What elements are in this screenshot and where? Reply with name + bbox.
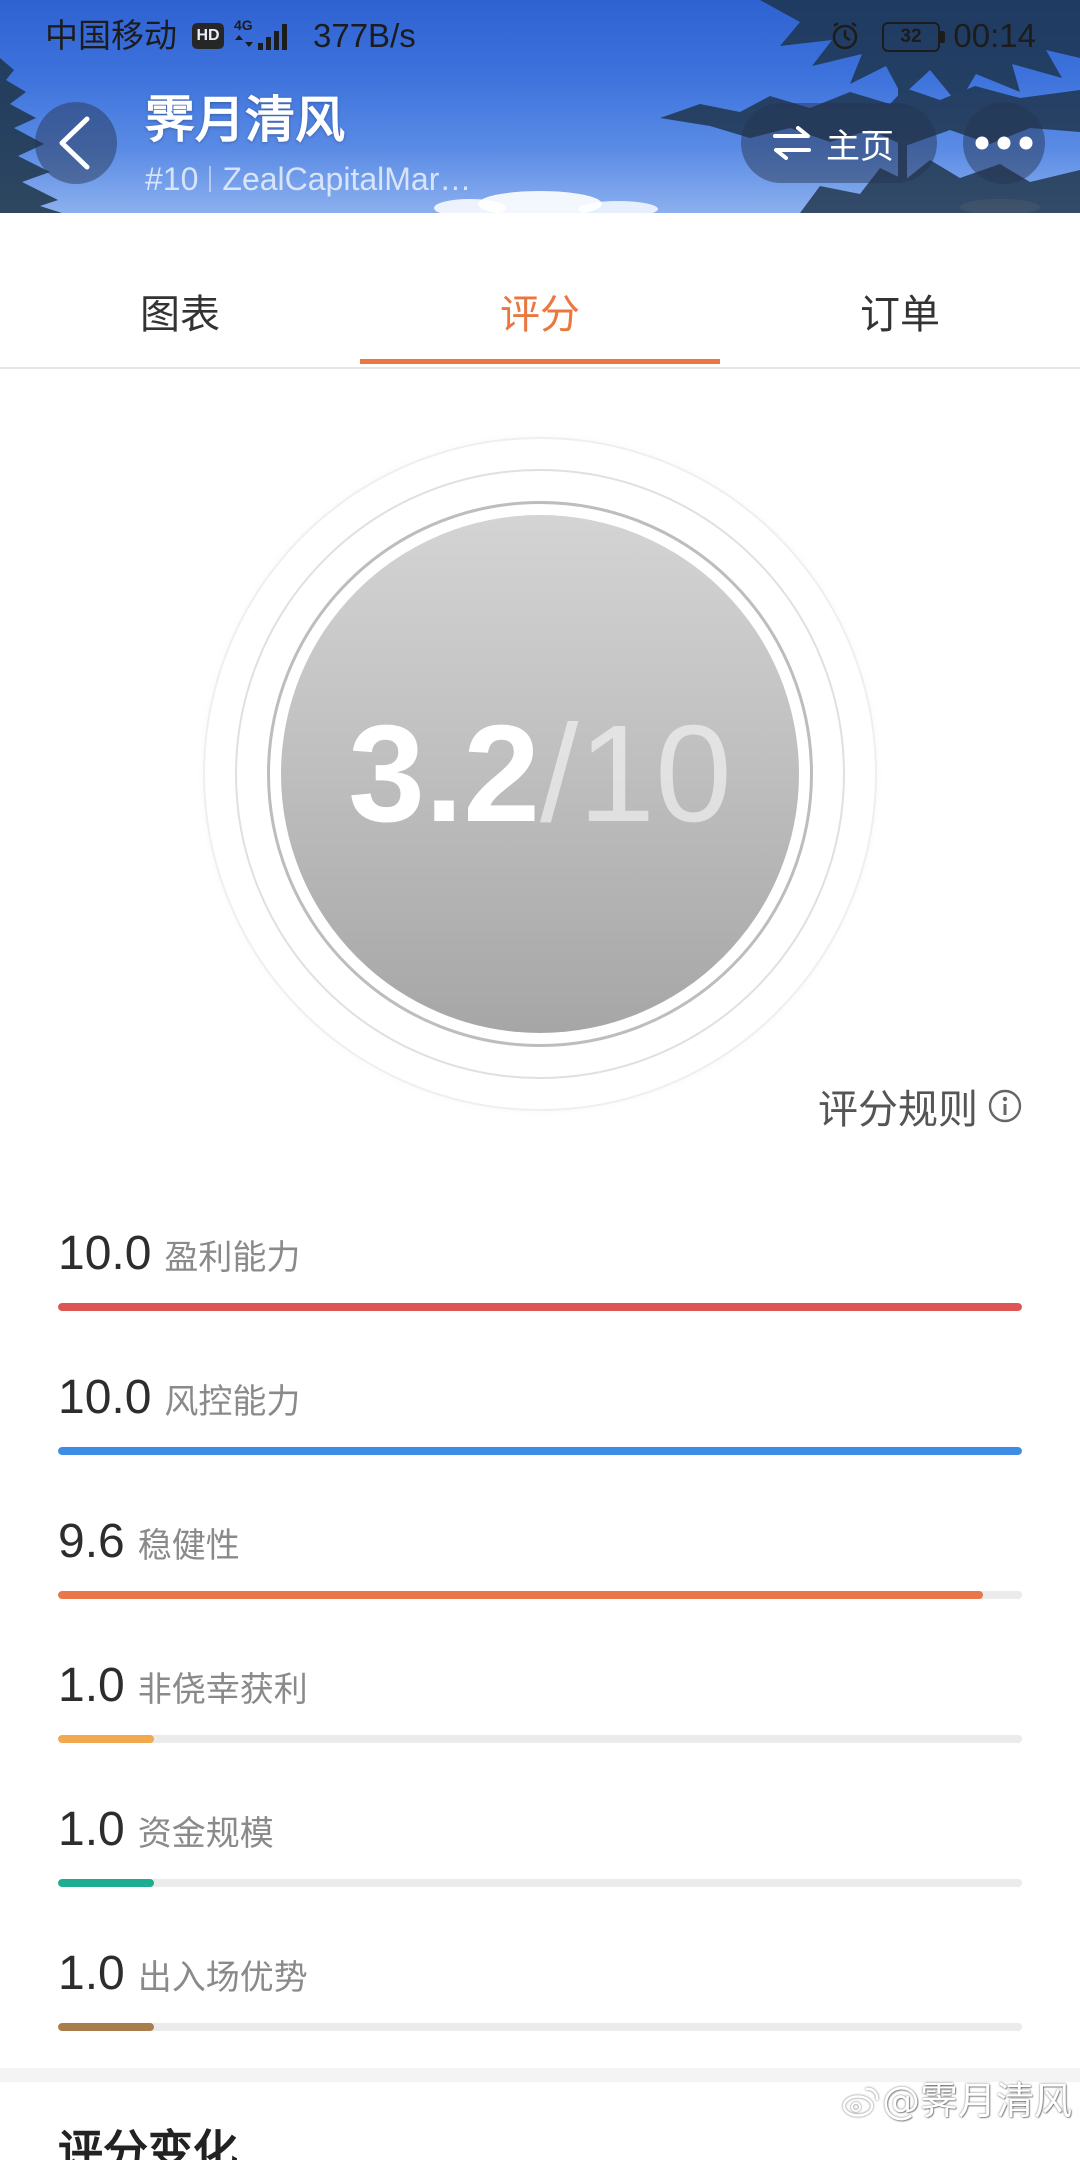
page-title: 霁月清风 [145, 91, 345, 149]
home-button-label: 主页 [826, 126, 894, 167]
status-bar: 中国移动 HD 4G 377B/s 32 00:14 [0, 0, 1080, 72]
signal-bars-icon [258, 24, 287, 50]
back-button[interactable] [35, 102, 117, 184]
metric-row-stability: 9.6 稳健性 [58, 1498, 1022, 1608]
metric-row-entry-exit: 1.0 出入场优势 [58, 1930, 1022, 2040]
metric-value: 1.0 [58, 1803, 125, 1856]
battery-icon: 32 [882, 22, 940, 52]
metric-value: 1.0 [58, 1947, 125, 2000]
chevron-left-icon [59, 116, 90, 170]
metric-track [58, 1591, 1022, 1599]
home-button[interactable]: 主页 [741, 103, 937, 183]
metric-row-profitability: 10.0 盈利能力 [58, 1210, 1022, 1320]
metric-row-capital-scale: 1.0 资金规模 [58, 1786, 1022, 1896]
tab-label: 图表 [140, 292, 220, 338]
profile-header: 中国移动 HD 4G 377B/s 32 00:14 霁月清风 #10 Zeal… [0, 0, 1080, 213]
metric-label: 盈利能力 [164, 1238, 301, 1278]
metric-fill [58, 1447, 1022, 1455]
metric-fill [58, 1879, 155, 1887]
metric-fill [58, 1735, 155, 1743]
metric-fill [58, 2023, 155, 2031]
tab-bar: 图表 评分 订单 [0, 262, 1080, 368]
alarm-icon [832, 22, 858, 50]
score-rules-label: 评分规则 [818, 1087, 978, 1133]
metric-value: 1.0 [58, 1659, 125, 1712]
battery-level: 32 [900, 26, 922, 47]
metric-value: 10.0 [58, 1227, 152, 1280]
clock-time: 00:14 [953, 17, 1036, 54]
tab-divider [0, 367, 1080, 369]
score-value: 3.2 [348, 697, 540, 851]
info-icon [988, 1089, 1022, 1123]
watermark: @霁月清风 [842, 2078, 1072, 2124]
metric-label: 稳健性 [137, 1526, 240, 1566]
carrier-name: 中国移动 [45, 16, 177, 55]
tab-score[interactable]: 评分 [360, 262, 720, 368]
weibo-logo-icon [842, 2087, 879, 2117]
account-subtitle: #10 ZealCapitalMar… [145, 160, 471, 198]
network-speed: 377B/s [313, 17, 416, 54]
metric-text: 10.0 盈利能力 [58, 1210, 1022, 1298]
tab-label: 评分 [500, 292, 580, 338]
metric-label: 风控能力 [164, 1382, 301, 1422]
more-dots-icon [975, 136, 1033, 150]
metric-text: 9.6 稳健性 [58, 1498, 1022, 1586]
data-arrows-icon [235, 35, 253, 47]
score-max: /10 [540, 697, 732, 851]
metric-track [58, 1879, 1022, 1887]
hd-badge: HD [192, 23, 224, 49]
metric-text: 10.0 风控能力 [58, 1354, 1022, 1442]
metric-value: 10.0 [58, 1371, 152, 1424]
more-button[interactable] [963, 102, 1045, 184]
metric-track [58, 1303, 1022, 1311]
watermark-text: @霁月清风 [881, 2079, 1072, 2123]
metric-label: 非侥幸获利 [137, 1670, 308, 1710]
subtitle-separator [209, 166, 212, 192]
metric-label: 资金规模 [137, 1814, 274, 1854]
metric-track [58, 2023, 1022, 2031]
metric-label: 出入场优势 [137, 1958, 308, 1998]
signal-indicator: 4G [234, 18, 292, 52]
metric-fill [58, 1591, 984, 1599]
metric-track [58, 1447, 1022, 1455]
tab-orders[interactable]: 订单 [720, 262, 1080, 368]
tab-chart[interactable]: 图表 [0, 262, 360, 368]
metric-fill [58, 1303, 1022, 1311]
metric-text: 1.0 出入场优势 [58, 1930, 1022, 2018]
score-history-heading: 评分变化 [58, 2125, 239, 2160]
metric-value: 9.6 [58, 1515, 125, 1568]
active-tab-indicator [360, 359, 720, 364]
rank-label: #10 [145, 161, 199, 197]
metric-row-non-luck-profit: 1.0 非侥幸获利 [58, 1642, 1022, 1752]
battery-nub [940, 31, 945, 43]
account-name: ZealCapitalMar… [222, 161, 472, 197]
score-rules-link[interactable]: 评分规则 [818, 1081, 1022, 1133]
tab-label: 订单 [860, 292, 940, 338]
network-type: 4G [234, 17, 253, 33]
metric-row-risk-control: 10.0 风控能力 [58, 1354, 1022, 1464]
metric-track [58, 1735, 1022, 1743]
metric-text: 1.0 资金规模 [58, 1786, 1022, 1874]
swap-arrows-icon [773, 126, 811, 160]
overall-score: 3.2/10 [0, 694, 1080, 854]
metric-text: 1.0 非侥幸获利 [58, 1642, 1022, 1730]
